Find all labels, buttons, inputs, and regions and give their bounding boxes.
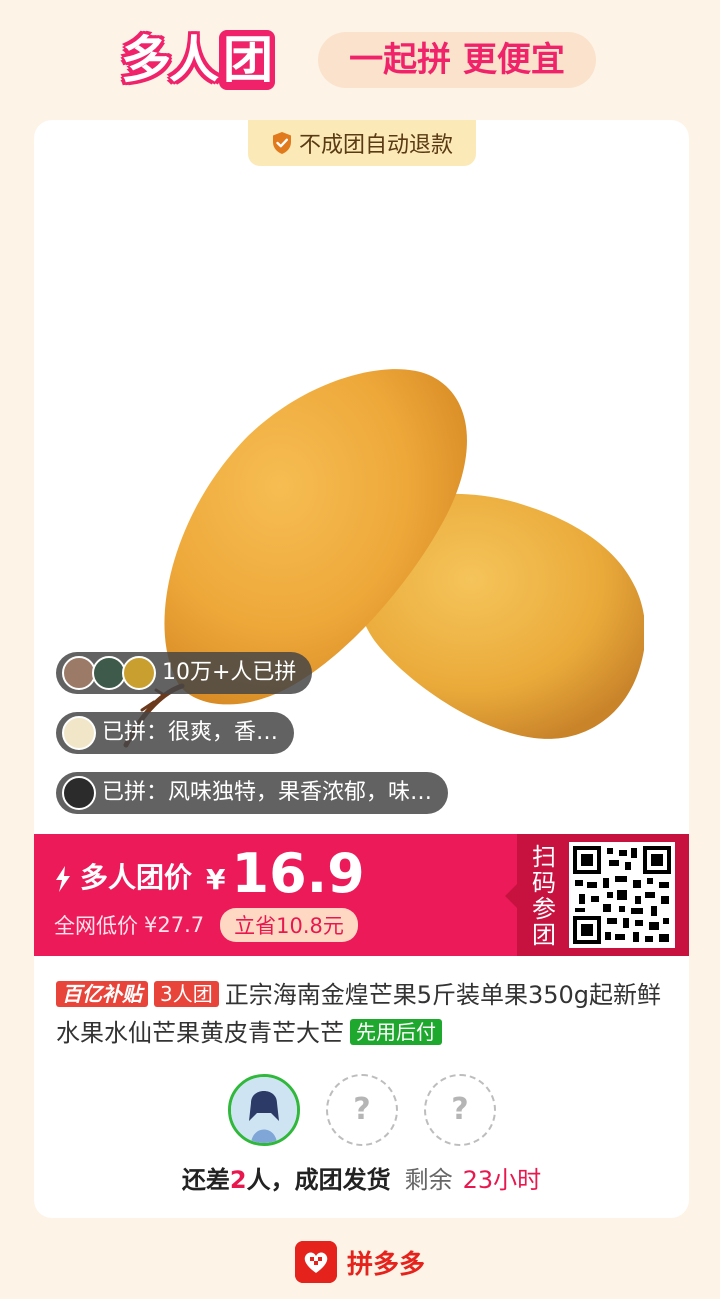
pay-later-tag: 先用后付 bbox=[350, 1019, 442, 1045]
member-avatar-image bbox=[231, 1077, 297, 1143]
refund-badge: 不成团自动退款 bbox=[248, 120, 476, 166]
group-price-value: 16.9 bbox=[231, 842, 365, 905]
refund-badge-label: 不成团自动退款 bbox=[298, 133, 453, 158]
avatar bbox=[92, 656, 126, 690]
lightning-icon bbox=[56, 866, 70, 892]
avatar bbox=[62, 716, 96, 750]
joined-count-pill: 10万+人已拼 bbox=[56, 652, 313, 694]
currency-symbol: ¥ bbox=[206, 863, 226, 896]
status-suffix: 人，成团发货 bbox=[246, 1166, 391, 1194]
price-bar: 多人团价 ¥ 16.9 全网低价 ¥27.7 立省10.8元 扫码参团 bbox=[34, 834, 689, 956]
review-text: 已拼：很爽，香… bbox=[102, 720, 279, 745]
group-status: 还差2人，成团发货 剩余 23小时 bbox=[34, 1160, 689, 1200]
tagline: 一起拼 更便宜 bbox=[318, 32, 596, 88]
scan-to-join[interactable]: 扫码参团 bbox=[505, 834, 689, 956]
brand-title-last: 团 bbox=[219, 30, 275, 90]
avatar bbox=[62, 776, 96, 810]
joined-avatars bbox=[62, 656, 156, 690]
savings-badge: 立省10.8元 bbox=[220, 908, 358, 942]
product-title[interactable]: 百亿补贴 3人团 正宗海南金煌芒果5斤装单果350g起新鲜水果水仙芒果黄皮青芒大芒先… bbox=[56, 976, 668, 1052]
review-text: 已拼：风味独特，果香浓郁，味… bbox=[102, 780, 433, 805]
remain-time: 23小时 bbox=[462, 1166, 542, 1194]
footer: 拼多多 bbox=[0, 1240, 720, 1284]
group-size-tag: 3人团 bbox=[154, 981, 219, 1007]
scan-to-join-label: 扫码参团 bbox=[532, 843, 556, 949]
price-block: 多人团价 ¥ 16.9 全网低价 ¥27.7 立省10.8元 bbox=[54, 846, 365, 942]
qr-code-icon bbox=[573, 846, 671, 944]
review-avatars bbox=[62, 776, 96, 810]
qr-code[interactable] bbox=[569, 842, 675, 948]
status-count: 2 bbox=[229, 1166, 247, 1194]
empty-slot: ? bbox=[326, 1074, 398, 1146]
group-price-label: 多人团价 bbox=[80, 861, 193, 894]
review-pill: 已拼：很爽，香… bbox=[56, 712, 295, 754]
joined-count-text: 10万+人已拼 bbox=[162, 660, 297, 685]
compare-price-value: ¥27.7 bbox=[144, 913, 205, 937]
shield-check-icon bbox=[272, 132, 291, 154]
pinduoduo-logo-icon bbox=[294, 1241, 337, 1283]
product-card[interactable]: 不成团自动退款 10万+人已拼 已拼：很爽，香… 已拼：风味独特，果香浓郁，味…… bbox=[34, 120, 689, 1218]
remain-label: 剩余 bbox=[404, 1166, 453, 1194]
empty-slot: ? bbox=[424, 1074, 496, 1146]
brand-title-main: 多人 bbox=[121, 31, 219, 89]
review-avatars bbox=[62, 716, 96, 750]
avatar bbox=[122, 656, 156, 690]
status-prefix: 还差 bbox=[181, 1166, 230, 1194]
brand-title: 多人团 bbox=[121, 30, 275, 90]
review-pill: 已拼：风味独特，果香浓郁，味… bbox=[56, 772, 449, 814]
compare-price-label: 全网低价 bbox=[54, 914, 138, 938]
group-member-avatar bbox=[228, 1074, 300, 1146]
subsidy-tag: 百亿补贴 bbox=[56, 981, 148, 1007]
avatar bbox=[62, 656, 96, 690]
footer-brand: 拼多多 bbox=[346, 1249, 425, 1280]
header: 多人团 一起拼 更便宜 bbox=[0, 24, 720, 96]
